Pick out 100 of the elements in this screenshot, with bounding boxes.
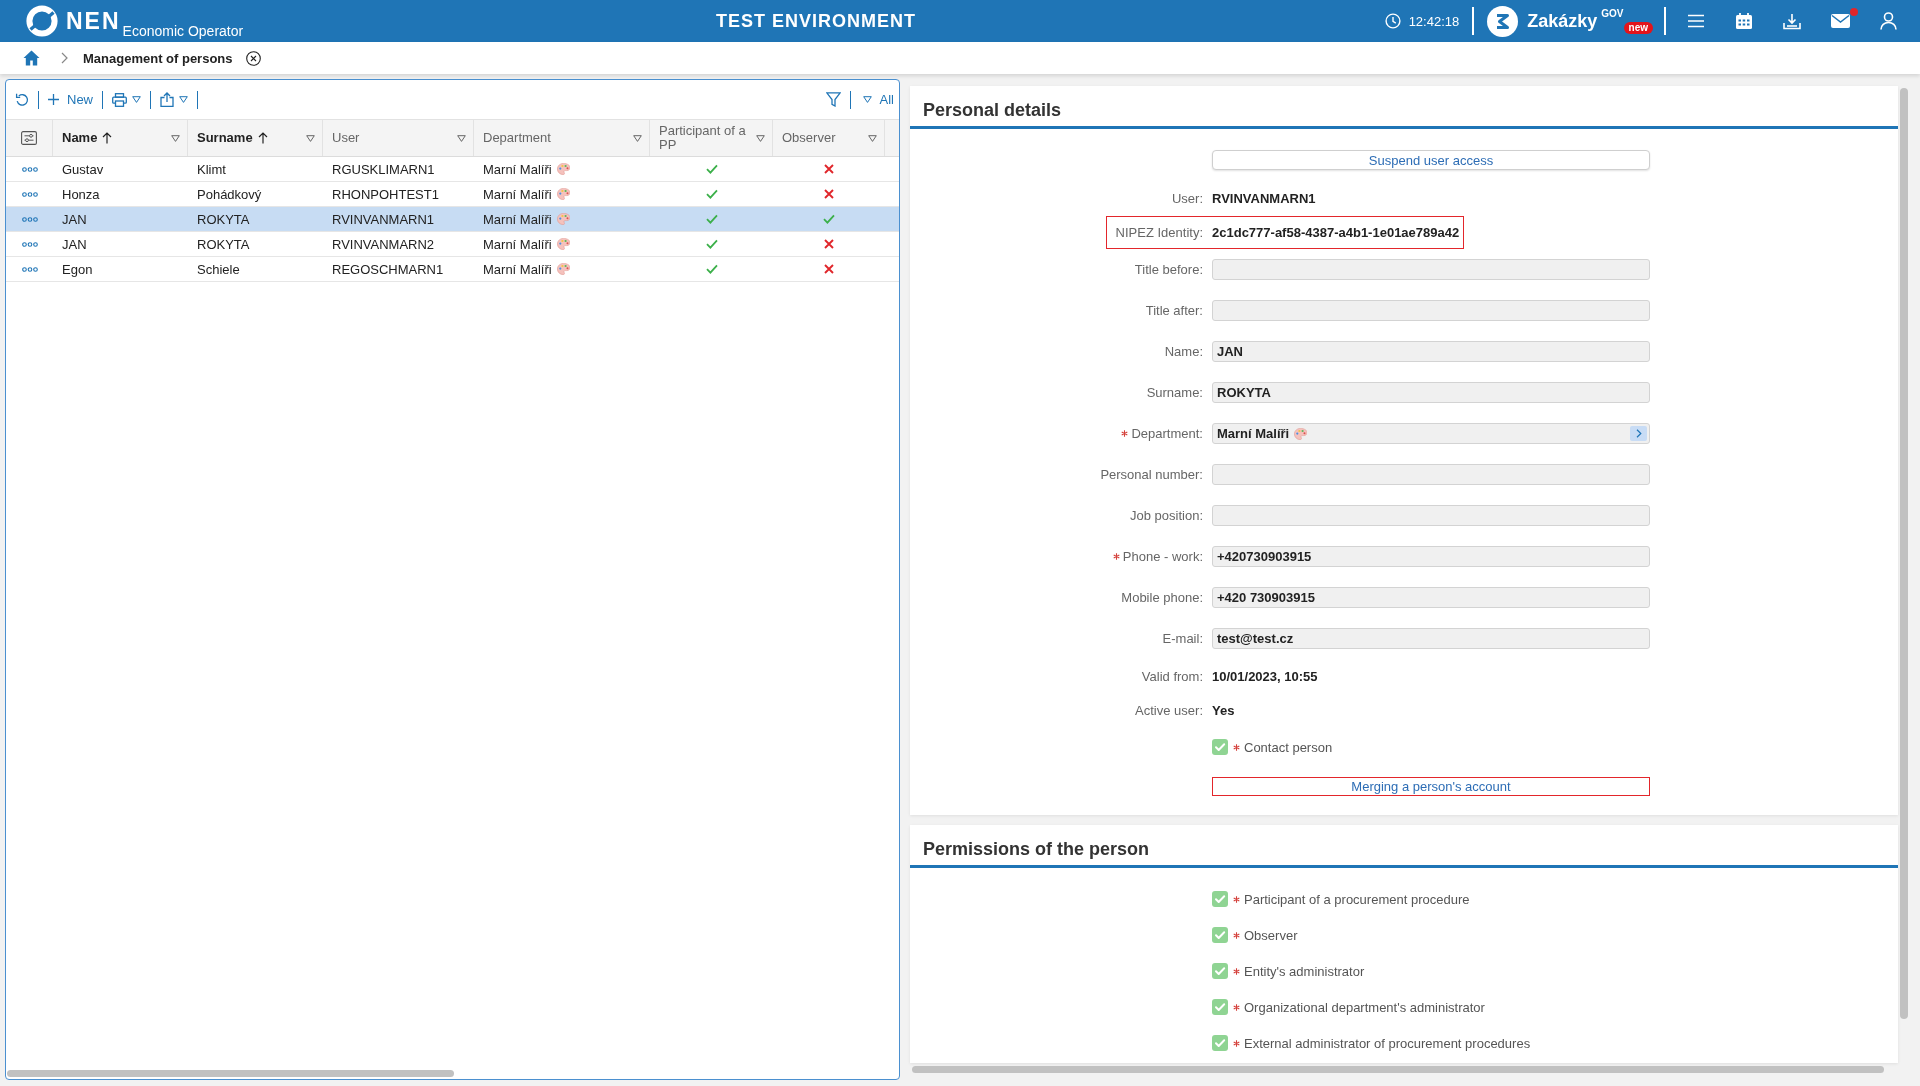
palette-icon xyxy=(556,238,570,250)
field-label: Active user: xyxy=(1135,702,1203,718)
column-header[interactable]: Participant of a PP xyxy=(650,120,773,156)
printer-icon[interactable] xyxy=(112,92,127,107)
checkbox-label: Entity's administrator xyxy=(1244,963,1365,979)
caret-icon[interactable] xyxy=(862,96,872,103)
checkbox-label: Organizational department's administrator xyxy=(1244,999,1485,1015)
checkbox-label: Contact person xyxy=(1244,739,1333,755)
palette-icon xyxy=(556,263,570,275)
checkbox[interactable] xyxy=(1212,927,1228,943)
menu-icon[interactable] xyxy=(1687,13,1705,29)
brand-name[interactable]: Zakázky xyxy=(1527,10,1598,32)
logo-icon[interactable] xyxy=(26,5,58,37)
arrow-up-icon[interactable] xyxy=(257,132,268,144)
close-icon[interactable] xyxy=(245,50,261,66)
table-cell-text: JAN xyxy=(61,211,88,227)
text-field[interactable] xyxy=(1212,505,1650,526)
refresh-icon[interactable] xyxy=(15,92,29,107)
caret-icon[interactable] xyxy=(868,134,877,142)
table-cell-text: RVINVANMARN1 xyxy=(331,211,436,227)
text-field[interactable]: +420730903915 xyxy=(1212,546,1650,567)
ellipsis-icon[interactable] xyxy=(21,166,38,172)
field-label: Personal number: xyxy=(1100,467,1203,482)
table-row[interactable]: Egon Schiele REGOSCHMARN1 Marní Malíři xyxy=(6,257,899,282)
table-cell-text: RGUSKLIMARN1 xyxy=(331,161,436,177)
table-cell-text: RVINVANMARN2 xyxy=(331,236,436,252)
caret-icon[interactable] xyxy=(132,96,141,103)
text-field[interactable]: ROKYTA xyxy=(1212,382,1650,403)
column-header[interactable]: Surname xyxy=(188,120,323,156)
palette-icon xyxy=(556,163,570,175)
checkbox[interactable] xyxy=(1212,891,1228,907)
checkbox[interactable] xyxy=(1212,739,1228,755)
caret-icon[interactable] xyxy=(457,134,466,142)
caret-icon[interactable] xyxy=(306,134,315,142)
field-label: Mobile phone: xyxy=(1121,590,1203,605)
column-header[interactable]: Observer xyxy=(773,120,885,156)
home-icon[interactable] xyxy=(23,50,40,66)
column-header[interactable]: User xyxy=(323,120,474,156)
text-field[interactable] xyxy=(1212,259,1650,280)
caret-icon[interactable] xyxy=(171,134,180,142)
table-cell-text: REGOSCHMARN1 xyxy=(331,261,445,277)
vertical-scrollbar[interactable] xyxy=(1900,88,1908,1019)
table-cell-text: ROKYTA xyxy=(196,211,251,227)
text-field[interactable]: JAN xyxy=(1212,341,1650,362)
caret-icon[interactable] xyxy=(756,134,765,142)
filter-icon[interactable] xyxy=(825,92,841,107)
field-value: Yes xyxy=(1212,702,1235,718)
text-field[interactable] xyxy=(1212,464,1650,485)
field-label: Title before: xyxy=(1134,262,1203,277)
ellipsis-icon[interactable] xyxy=(21,241,38,247)
calendar-icon[interactable] xyxy=(1735,12,1753,30)
column-header[interactable]: Department xyxy=(474,120,650,156)
caret-icon[interactable] xyxy=(633,134,642,142)
share-icon[interactable] xyxy=(160,92,174,107)
ellipsis-icon[interactable] xyxy=(21,266,38,272)
table-cell-text: ROKYTA xyxy=(196,236,251,252)
palette-icon xyxy=(556,213,570,225)
table-cell-text: JAN xyxy=(61,236,88,252)
horizontal-scrollbar[interactable] xyxy=(912,1065,1884,1073)
download-icon[interactable] xyxy=(1783,12,1801,30)
caret-icon[interactable] xyxy=(179,96,188,103)
mail-icon[interactable] xyxy=(1831,14,1850,28)
table-cell-text: Honza xyxy=(61,186,101,202)
logo-icon[interactable] xyxy=(1487,5,1519,37)
suspend-button[interactable]: Suspend user access xyxy=(1212,150,1650,170)
table-row[interactable]: JAN ROKYTA RVINVANMARN1 Marní Malíři xyxy=(6,207,899,232)
section-title: Personal details xyxy=(910,86,1898,129)
text-field[interactable]: +420 730903915 xyxy=(1212,587,1650,608)
user-icon[interactable] xyxy=(1880,12,1897,30)
new-button[interactable]: New xyxy=(48,92,93,107)
chevron-right-icon xyxy=(61,52,68,64)
all-filter-button[interactable]: All xyxy=(859,92,894,107)
table-cell-text: Egon xyxy=(61,261,94,277)
department-select[interactable]: Marní Malíři xyxy=(1212,423,1650,444)
field-label: Valid from: xyxy=(1141,668,1203,684)
checkbox[interactable] xyxy=(1212,999,1228,1015)
checkbox[interactable] xyxy=(1212,1035,1228,1051)
plus-icon xyxy=(48,94,59,105)
ellipsis-icon[interactable] xyxy=(21,191,38,197)
picker-button[interactable] xyxy=(1630,426,1647,441)
column-header[interactable]: Name xyxy=(53,120,188,156)
merge-account-button[interactable]: Merging a person's account xyxy=(1212,776,1650,796)
arrow-up-icon[interactable] xyxy=(102,132,113,144)
field-label: Department: xyxy=(1131,426,1203,441)
app-subtitle: Economic Operator xyxy=(122,23,244,39)
field-label: E-mail: xyxy=(1162,631,1203,646)
table-row[interactable]: Gustav Klimt RGUSKLIMARN1 Marní Malíři xyxy=(6,157,899,182)
field-label: User: xyxy=(1171,190,1203,206)
breadcrumb-item[interactable]: Management of persons xyxy=(83,50,233,66)
table-cell-text: Klimt xyxy=(196,161,227,177)
checkbox-label: External administrator of procurement procedures xyxy=(1244,1035,1531,1051)
checkbox[interactable] xyxy=(1212,963,1228,979)
environment-label: TEST ENVIRONMENT xyxy=(716,10,916,32)
ellipsis-icon[interactable] xyxy=(21,216,38,222)
text-field[interactable]: test@test.cz xyxy=(1212,628,1650,649)
text-field[interactable] xyxy=(1212,300,1650,321)
sliders-icon[interactable] xyxy=(21,131,37,145)
table-row[interactable]: JAN ROKYTA RVINVANMARN2 Marní Malíři xyxy=(6,232,899,257)
table-cell: Marní Malíři xyxy=(483,186,552,202)
horizontal-scrollbar[interactable] xyxy=(7,1069,454,1077)
